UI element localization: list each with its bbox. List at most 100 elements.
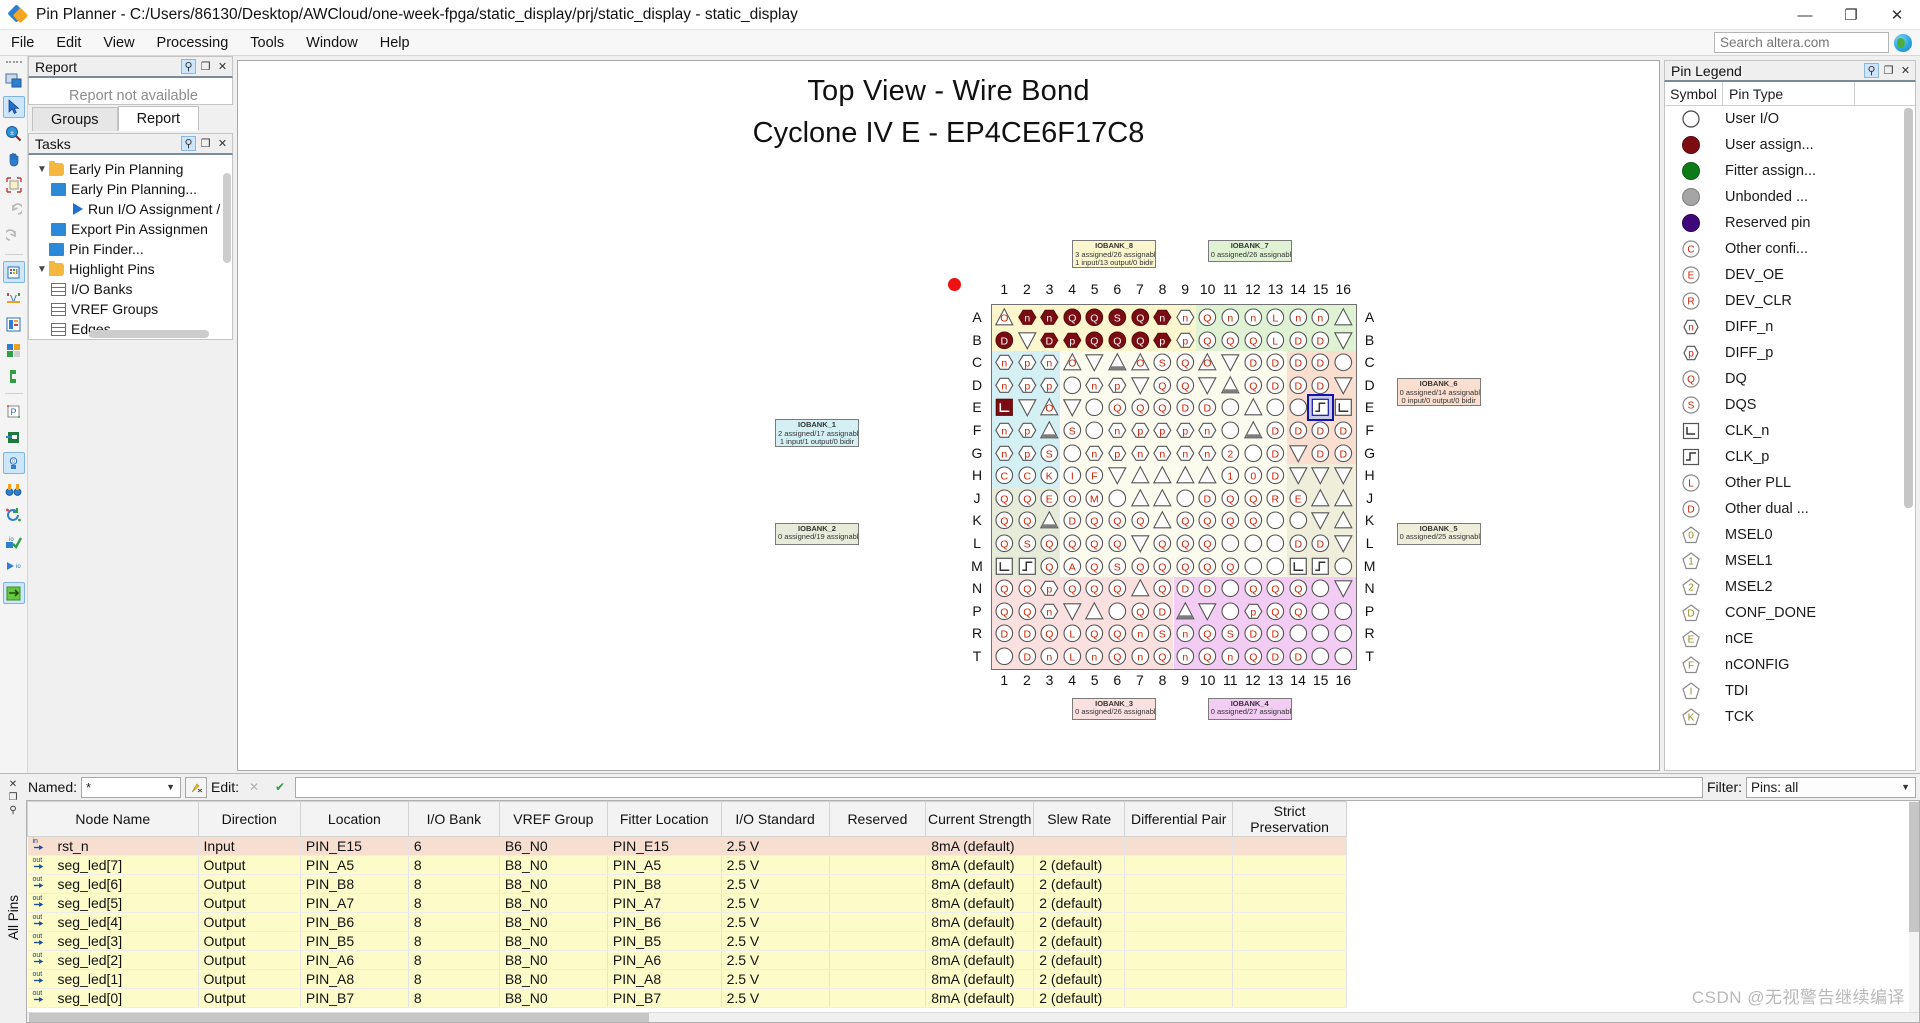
pin-cell[interactable]: 1 [1219,464,1242,487]
pin-cell[interactable]: Q [1038,622,1061,645]
pin-cell[interactable]: D [1264,464,1287,487]
pin-cell[interactable] [1129,464,1152,487]
pin-cell[interactable] [1287,396,1310,419]
pin-cell[interactable]: Q [1016,487,1039,510]
pin-cell[interactable]: Q [1264,577,1287,600]
pin-cell[interactable]: Q [1196,509,1219,532]
pin-cell[interactable]: Q [1151,645,1174,668]
pin-cell[interactable] [1061,374,1084,397]
pin-cell[interactable]: n [1038,600,1061,623]
pin-cell[interactable]: n [993,442,1016,465]
task-io-banks[interactable]: I/O Banks [29,279,232,299]
pin-cell[interactable] [1151,509,1174,532]
table-cell[interactable] [1232,855,1347,875]
close-tasks-icon[interactable]: ✕ [215,136,230,151]
pin-cell[interactable]: Q [1219,329,1242,352]
pin-cell[interactable] [1332,645,1355,668]
pin-cell[interactable]: Q [1174,374,1197,397]
tab-groups[interactable]: Groups [32,107,118,131]
table-cell[interactable]: PIN_B5 [300,931,409,951]
table-cell[interactable]: Input [198,836,301,856]
pin-cell[interactable]: Q [993,509,1016,532]
pin-cell[interactable] [1106,487,1129,510]
pin-export-icon[interactable] [3,426,25,448]
pin-cell[interactable]: D [1287,329,1310,352]
pin-cell[interactable]: Q [1083,306,1106,329]
pin-cell[interactable]: Q [1219,555,1242,578]
table-cell[interactable]: 2 (default) [1033,969,1126,989]
pin-cell[interactable]: p [1174,329,1197,352]
table-cell[interactable]: Output [198,931,301,951]
table-cell[interactable] [1124,874,1234,894]
close-pin-table-icon[interactable]: ✕ [9,779,17,790]
table-cell[interactable]: PIN_A5 [300,855,409,875]
table-row[interactable]: out seg_led[6] Output PIN_B8 8 B8_N0 PIN_B8 2.5… [27,874,1347,894]
pin-cell[interactable] [1219,577,1242,600]
chevron-down-icon-2[interactable]: ▼ [35,264,49,275]
pin-cell[interactable]: n [1016,306,1039,329]
pin-cell[interactable] [1151,487,1174,510]
pin-cell[interactable]: Q [1151,555,1174,578]
table-cell[interactable] [1232,988,1347,1008]
float-legend-icon[interactable]: ❐ [1881,63,1896,78]
pin-cell[interactable]: Q [1151,532,1174,555]
pin-cell[interactable]: 2 [1219,442,1242,465]
table-cell[interactable]: Output [198,855,301,875]
pin-info-icon[interactable]: 0 [2,452,25,474]
pin-cell[interactable] [1287,442,1310,465]
table-cell[interactable]: 8 [408,969,500,989]
io-run-icon[interactable]: io [3,556,25,578]
pin-cell[interactable]: Q [1016,600,1039,623]
pin-cell[interactable]: D [1264,374,1287,397]
pin-cell[interactable]: Q [1174,509,1197,532]
menu-tools[interactable]: Tools [239,33,295,53]
globe-icon[interactable] [1894,33,1912,52]
pin-cell[interactable]: n [1309,306,1332,329]
table-cell[interactable]: 8mA (default) [925,836,1035,856]
pin-cell[interactable]: S [1016,532,1039,555]
pin-cell[interactable]: p [1129,419,1152,442]
io-bank-callout[interactable]: IOBANK_3 0 assigned/26 assignable [1072,697,1157,720]
table-cell[interactable] [1232,874,1347,894]
pin-cell[interactable] [1307,394,1334,421]
table-cell[interactable]: B8_N0 [499,874,608,894]
pin-cell[interactable]: Q [1196,329,1219,352]
table-cell[interactable] [1033,836,1126,856]
table-cell[interactable] [1232,950,1347,970]
io-bank-callout[interactable]: IOBANK_2 0 assigned/19 assignable [775,522,859,545]
table-cell[interactable]: PIN_A6 [300,950,409,970]
pin-cell[interactable]: Q [1106,532,1129,555]
select-arrow-icon[interactable] [2,96,25,118]
table-cell[interactable] [1124,893,1234,913]
pin-cell[interactable]: n [1106,419,1129,442]
pin-table-column-header[interactable]: Node Name [27,801,199,837]
pin-cell[interactable]: p [1016,374,1039,397]
refresh-icon[interactable] [3,504,25,526]
pin-cell[interactable]: Q [1083,532,1106,555]
pin-legend-icon[interactable]: ⚲ [1864,63,1879,78]
table-row[interactable]: out seg_led[7] Output PIN_A5 8 B8_N0 PIN_A5 2.5… [27,855,1347,875]
pin-cell[interactable] [1083,351,1106,374]
pin-table-body[interactable]: in rst_n Input PIN_E15 6 B6_N0 PIN_E15 2.5 V 8mA… [27,836,1347,1008]
pin-cell[interactable]: n [1083,374,1106,397]
pin-cell[interactable] [1309,600,1332,623]
table-cell[interactable]: Output [198,912,301,932]
tasks-tree[interactable]: ▼ Early Pin Planning Early Pin Planning.… [29,155,232,339]
table-cell[interactable]: out seg_led[6] [27,874,199,894]
pin-cell[interactable]: Q [1083,509,1106,532]
pin-cell[interactable]: O [993,306,1016,329]
table-cell[interactable]: 2.5 V [721,893,830,913]
pin-cell[interactable] [1061,396,1084,419]
pin-cell[interactable] [1016,396,1039,419]
pin-cell[interactable] [1038,509,1061,532]
edit-input[interactable] [295,776,1703,798]
task-early-pin-planning[interactable]: ▼ Early Pin Planning [29,159,232,179]
task-export-pin-assignment[interactable]: Export Pin Assignmen [29,219,232,239]
pin-cell[interactable]: E [1287,487,1310,510]
table-cell[interactable]: 8mA (default) [925,950,1035,970]
pin-cell[interactable]: D [1174,396,1197,419]
pin-cell[interactable]: D [1196,396,1219,419]
table-cell[interactable] [829,836,927,856]
table-cell[interactable]: PIN_A8 [300,969,409,989]
table-cell[interactable]: 2.5 V [721,988,830,1008]
